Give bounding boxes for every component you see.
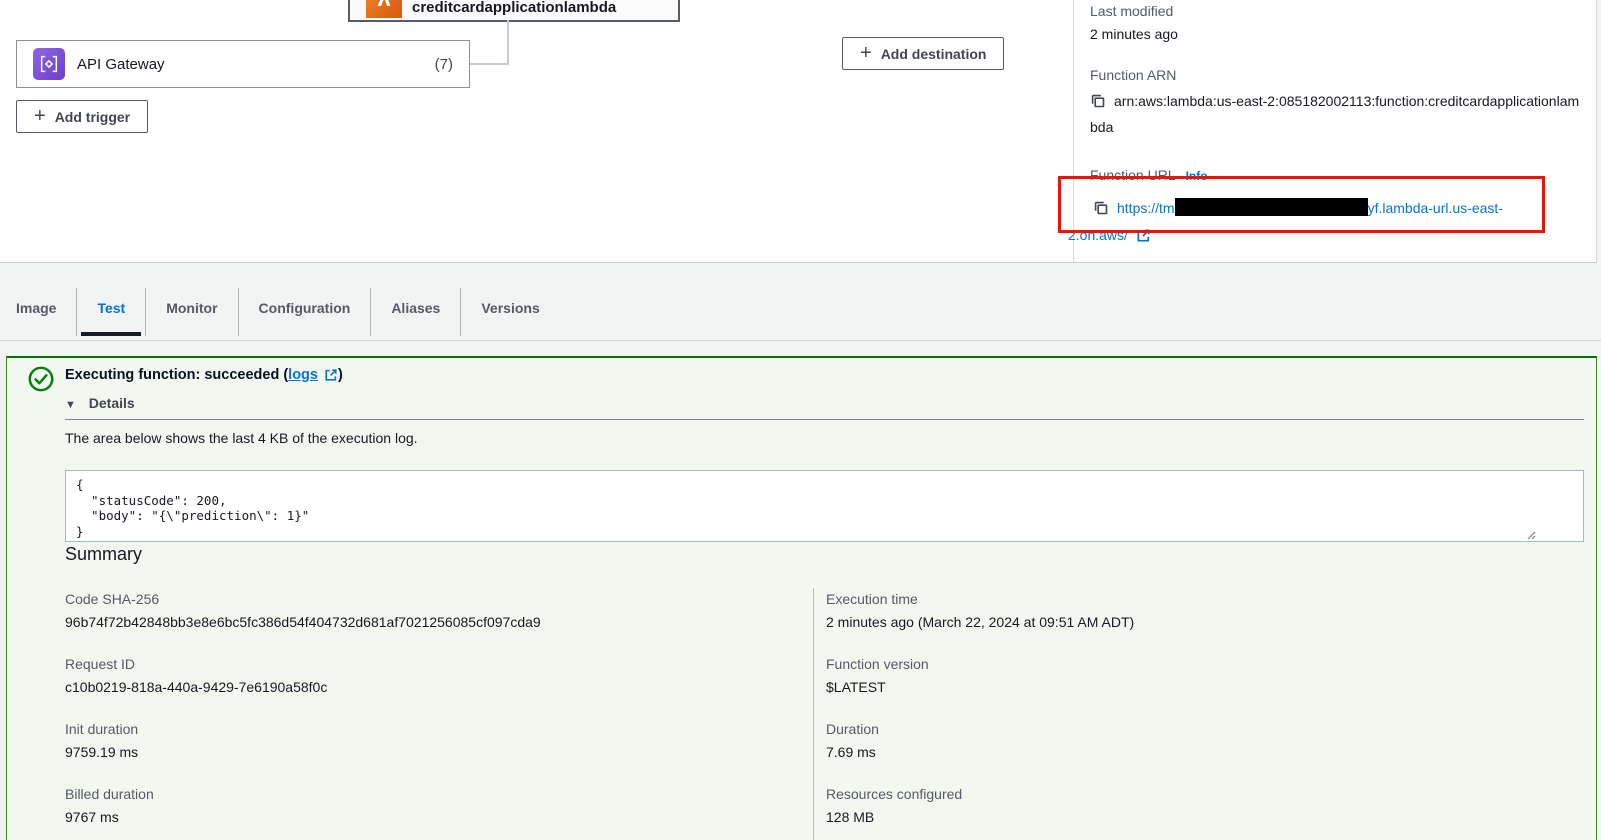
- function-url-value: https://tm yf.lambda-url.us-east- 2.on.aw…: [1068, 195, 1582, 249]
- node-connector-horizontal: [470, 63, 509, 65]
- function-tabs: Image Test Monitor Configuration Aliases…: [16, 288, 560, 336]
- lambda-node-label: creditcardapplicationlambda: [412, 0, 616, 18]
- summary-field-billed-duration: Billed duration 9767 ms: [65, 783, 813, 829]
- success-check-icon: [27, 365, 55, 393]
- summary-field-init-duration: Init duration 9759.19 ms: [65, 718, 813, 764]
- tab-monitor[interactable]: Monitor: [145, 288, 237, 336]
- copy-icon[interactable]: [1090, 93, 1106, 109]
- last-modified-label: Last modified: [1090, 0, 1582, 22]
- log-note-text: The area below shows the last 4 KB of th…: [65, 430, 418, 446]
- function-arn-text: arn:aws:lambda:us-east-2:085182002113:fu…: [1090, 93, 1579, 135]
- summary-field-code-sha: Code SHA-256 96b74f72b42848bb3e8e6bc5fc3…: [65, 588, 813, 634]
- function-url-link[interactable]: yf.lambda-url.us-east-: [1368, 200, 1503, 216]
- function-arn-value: arn:aws:lambda:us-east-2:085182002113:fu…: [1090, 88, 1582, 140]
- summary-right-column: Execution time 2 minutes ago (March 22, …: [814, 588, 1576, 840]
- lambda-icon: λ: [366, 0, 402, 18]
- redaction-bar: [1175, 198, 1368, 216]
- summary-field-function-version: Function version $LATEST: [826, 653, 1576, 699]
- summary-heading: Summary: [65, 544, 142, 565]
- caret-down-icon: ▼: [65, 399, 76, 411]
- add-trigger-label: Add trigger: [55, 109, 130, 125]
- trigger-count-badge: (7): [435, 56, 453, 73]
- info-link[interactable]: Info: [1186, 169, 1208, 183]
- tab-configuration[interactable]: Configuration: [238, 288, 371, 336]
- add-trigger-button[interactable]: + Add trigger: [16, 100, 148, 133]
- summary-field-execution-time: Execution time 2 minutes ago (March 22, …: [826, 588, 1576, 634]
- details-expander[interactable]: ▼ Details: [65, 395, 135, 411]
- tab-versions[interactable]: Versions: [460, 288, 559, 336]
- add-destination-label: Add destination: [881, 46, 987, 62]
- add-destination-button[interactable]: + Add destination: [842, 37, 1004, 70]
- function-url-link[interactable]: 2.on.aws/: [1068, 227, 1128, 243]
- external-link-icon[interactable]: [1136, 228, 1151, 243]
- execution-log-textarea[interactable]: { "statusCode": 200, "body": "{\"predict…: [65, 470, 1584, 542]
- summary-field-duration: Duration 7.69 ms: [826, 718, 1576, 764]
- tab-test[interactable]: Test: [76, 288, 145, 336]
- summary-left-column: Code SHA-256 96b74f72b42848bb3e8e6bc5fc3…: [65, 588, 813, 840]
- api-gateway-trigger-node[interactable]: API Gateway (7): [16, 40, 470, 88]
- plus-icon: +: [860, 43, 872, 63]
- api-gateway-icon: [33, 48, 65, 80]
- function-overview-card: λ creditcardapplicationlambda API Gatewa…: [0, 0, 1597, 263]
- plus-icon: +: [34, 106, 46, 126]
- last-modified-value: 2 minutes ago: [1090, 22, 1582, 46]
- trigger-node-label: API Gateway: [77, 56, 165, 73]
- summary-field-request-id: Request ID c10b0219-818a-440a-9429-7e619…: [65, 653, 813, 699]
- summary-field-resources: Resources configured 128 MB: [826, 783, 1576, 829]
- function-url-link[interactable]: https://tm: [1117, 200, 1175, 216]
- execution-result-panel: Executing function: succeeded (logs ) ▼ …: [6, 356, 1597, 840]
- function-info-panel: Last modified 2 minutes ago Function ARN…: [1090, 0, 1582, 249]
- copy-icon[interactable]: [1093, 200, 1109, 216]
- node-connector-vertical: [507, 20, 509, 65]
- details-divider: [65, 419, 1584, 420]
- tab-image[interactable]: Image: [16, 288, 76, 336]
- resize-grip-icon[interactable]: [1525, 529, 1536, 540]
- execution-status-title: Executing function: succeeded (logs ): [65, 367, 343, 383]
- function-url-label: Function URLInfo: [1090, 164, 1582, 187]
- lambda-function-node[interactable]: λ creditcardapplicationlambda: [348, 0, 680, 22]
- tabs-divider: [0, 340, 1601, 341]
- function-arn-label: Function ARN: [1090, 64, 1582, 86]
- tab-aliases[interactable]: Aliases: [370, 288, 460, 336]
- logs-link[interactable]: logs: [288, 367, 318, 383]
- external-link-icon[interactable]: [324, 368, 338, 382]
- details-label: Details: [89, 395, 135, 411]
- summary-grid: Code SHA-256 96b74f72b42848bb3e8e6bc5fc3…: [65, 588, 1576, 840]
